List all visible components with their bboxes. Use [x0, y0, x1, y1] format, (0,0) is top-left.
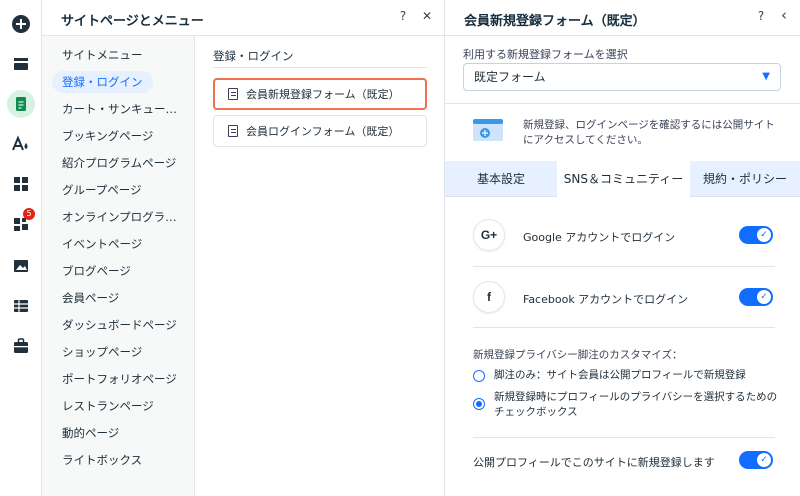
menu-category-list: サイトメニュー 登録・ログイン カート・サンキュー… ブッキングページ 紹介プロ… — [42, 36, 195, 496]
privacy-checkbox-label: 新規登録時にプロフィールのプライバシーを選択するためのチェックボックス — [494, 391, 778, 418]
page-item-label: 会員新規登録フォーム（既定） — [246, 88, 400, 101]
row-divider — [473, 327, 775, 328]
public-profile-label: 公開プロフィールでこのサイトに新規登録します — [473, 456, 715, 469]
row-divider — [473, 437, 775, 438]
menus-icon[interactable] — [7, 50, 35, 78]
settings-header: 会員新規登録フォーム（既定） ? ‹ — [445, 0, 800, 36]
settings-title: 会員新規登録フォーム（既定） — [464, 14, 646, 29]
close-button[interactable]: ✕ — [419, 9, 435, 23]
menu-item-restaurant[interactable]: レストランページ — [52, 395, 164, 417]
facebook-login-toggle[interactable]: ✓ — [739, 288, 773, 306]
design-icon[interactable] — [7, 130, 35, 158]
google-login-toggle[interactable]: ✓ — [739, 226, 773, 244]
left-toolbar: 5 — [0, 0, 42, 496]
page-item-login-form[interactable]: 会員ログインフォーム（既定） — [213, 115, 427, 147]
business-apps-icon[interactable]: 5 — [7, 208, 35, 238]
menu-item-groups[interactable]: グループページ — [52, 179, 152, 201]
panel-title: サイトページとメニュー — [61, 14, 204, 29]
dropdown-value: 既定フォーム — [474, 70, 546, 84]
portfolio-briefcase-icon[interactable] — [7, 332, 35, 360]
back-button[interactable]: ‹ — [776, 6, 792, 24]
chevron-down-icon: ▼ — [762, 71, 770, 82]
privacy-heading: 新規登録プライバシー脚注のカスタマイズ： — [473, 349, 683, 361]
google-icon: G+ — [473, 219, 505, 251]
signup-form-dropdown[interactable]: 既定フォーム ▼ — [463, 63, 781, 91]
check-icon: ✓ — [757, 290, 771, 304]
media-icon[interactable] — [7, 252, 35, 280]
page-item-signup-form[interactable]: 会員新規登録フォーム（既定） — [213, 78, 427, 110]
menu-item-blog[interactable]: ブログページ — [52, 260, 141, 282]
tab-basic-settings[interactable]: 基本設定 — [445, 161, 557, 197]
menu-item-events[interactable]: イベントページ — [52, 233, 152, 255]
facebook-icon: f — [473, 281, 505, 313]
menu-item-signup-login[interactable]: 登録・ログイン — [52, 71, 153, 93]
privacy-checkbox-radio[interactable] — [473, 398, 485, 410]
page-settings-panel: 会員新規登録フォーム（既定） ? ‹ 利用する新規登録フォームを選択 既定フォー… — [445, 0, 800, 496]
tab-terms-policy[interactable]: 規約・ポリシー — [690, 161, 800, 197]
menu-item-referral[interactable]: 紹介プログラムページ — [52, 152, 186, 174]
check-icon: ✓ — [757, 228, 771, 242]
menu-item-dashboard[interactable]: ダッシュボードページ — [52, 314, 187, 336]
page-item-label: 会員ログインフォーム（既定） — [246, 125, 400, 138]
cms-icon[interactable] — [7, 292, 35, 320]
apps-badge: 5 — [23, 208, 35, 220]
menu-item-booking[interactable]: ブッキングページ — [52, 125, 163, 147]
settings-tabs: 基本設定 SNS＆コミュニティー 規約・ポリシー — [445, 161, 800, 197]
page-list: 登録・ログイン 会員新規登録フォーム（既定） 会員ログインフォーム（既定） — [195, 36, 445, 496]
menu-item-lightbox[interactable]: ライトボックス — [52, 449, 152, 471]
google-login-label: Google アカウントでログイン — [523, 231, 676, 244]
help-button[interactable]: ? — [395, 9, 411, 23]
section-divider — [213, 67, 427, 68]
footnote-only-label: 脚注のみ：サイト会員は公開プロフィールで新規登録 — [494, 369, 746, 381]
form-select-label: 利用する新規登録フォームを選択 — [463, 48, 628, 61]
info-message: 新規登録、ログインページを確認するには公開サイトにアクセスしてください。 — [523, 119, 775, 146]
pages-icon[interactable] — [7, 90, 35, 118]
apps-icon[interactable] — [7, 170, 35, 198]
add-icon[interactable] — [7, 10, 35, 38]
menu-item-site-menu[interactable]: サイトメニュー — [52, 44, 153, 66]
page-icon — [228, 125, 238, 137]
menu-item-online-programs[interactable]: オンラインプログラ… — [52, 206, 187, 228]
menu-item-shop[interactable]: ショップページ — [52, 341, 152, 363]
row-divider — [473, 266, 775, 267]
help-button[interactable]: ? — [753, 9, 769, 23]
page-icon — [228, 88, 238, 100]
tab-social-community[interactable]: SNS＆コミュニティー — [557, 161, 690, 197]
divider — [445, 103, 800, 104]
site-pages-panel: サイトページとメニュー ? ✕ サイトメニュー 登録・ログイン カート・サンキュ… — [42, 0, 445, 496]
panel-header: サイトページとメニュー ? ✕ — [42, 0, 444, 36]
browser-illustration-icon — [473, 119, 503, 141]
footnote-only-radio[interactable] — [473, 370, 485, 382]
public-profile-toggle[interactable]: ✓ — [739, 451, 773, 469]
menu-item-members[interactable]: 会員ページ — [52, 287, 129, 309]
menu-item-dynamic[interactable]: 動的ページ — [52, 422, 129, 444]
section-label: 登録・ログイン — [213, 49, 294, 63]
check-icon: ✓ — [757, 453, 771, 467]
menu-item-cart-thankyou[interactable]: カート・サンキュー… — [52, 98, 187, 120]
menu-item-portfolio[interactable]: ポートフォリオページ — [52, 368, 187, 390]
facebook-login-label: Facebook アカウントでログイン — [523, 293, 689, 306]
